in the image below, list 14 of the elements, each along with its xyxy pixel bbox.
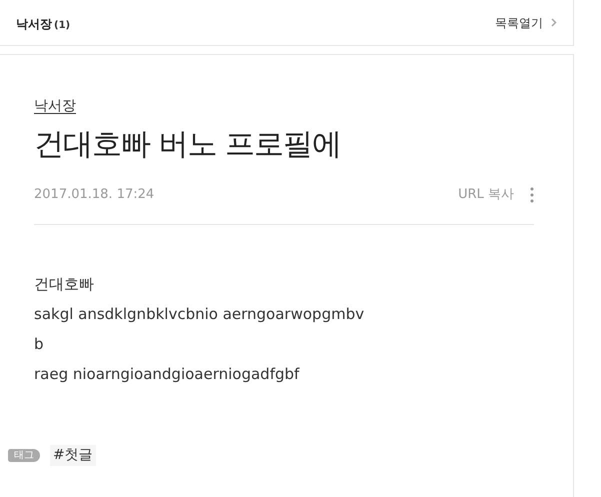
post-count: (1) [54,20,70,30]
post-date: 2017.01.18. 17:24 [34,186,154,204]
body-text: 건대호빠 [34,274,94,292]
board-title: 낙서장 [16,16,52,30]
body-text: sakgl ansdklgnbklvcbnio aerngoarwopgmbv [34,304,364,322]
list-toggle-link[interactable]: 목록열기 [495,14,543,32]
category-link[interactable]: 낙서장 [34,98,76,114]
chevron-right-icon [551,18,557,27]
body-text: raeg nioarngioandgioaerniogadfgbf [34,364,300,382]
tag-link[interactable]: #첫글 [50,444,96,466]
post-title: 건대호빠 버노 프로필에 [34,127,342,163]
body-text: b [34,334,44,352]
more-icon[interactable] [530,186,534,203]
tag-label: 태그 [8,448,40,462]
